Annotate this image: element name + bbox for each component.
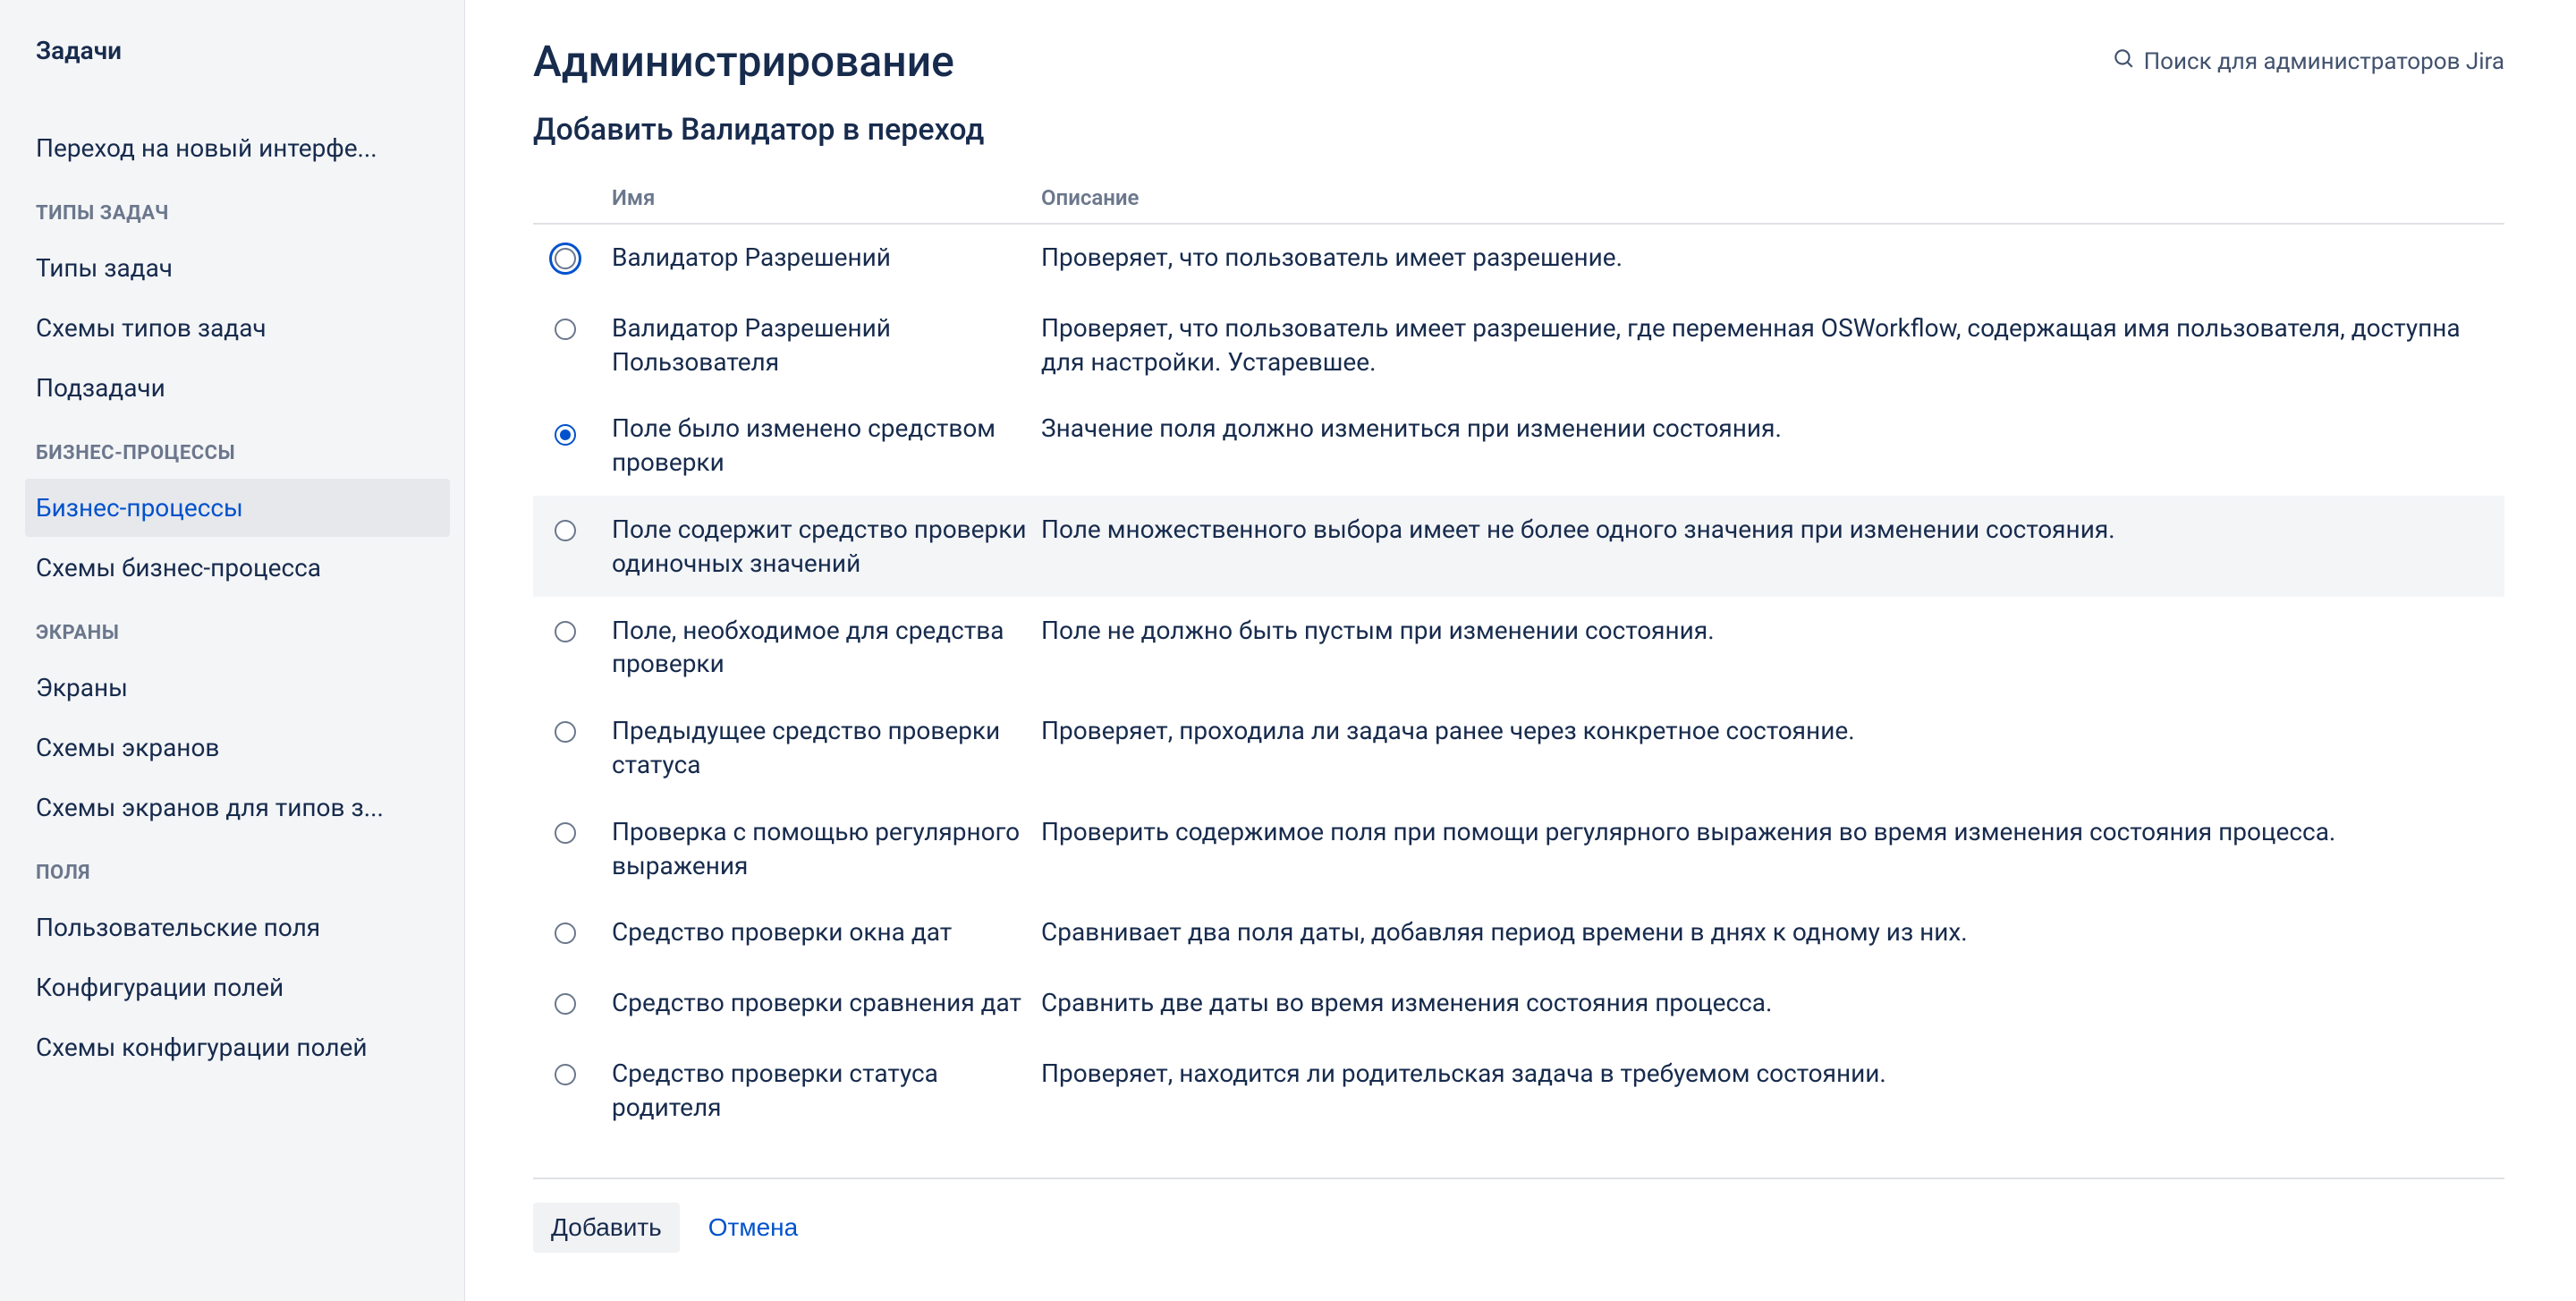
validator-radio[interactable] (555, 1064, 576, 1085)
validator-name: Валидатор Разрешений (605, 224, 1034, 294)
sidebar-top-link[interactable]: Переход на новый интерфе... (25, 119, 450, 177)
sidebar-section-label: ЭКРАНЫ (25, 599, 450, 659)
table-row[interactable]: Валидатор РазрешенийПроверяет, что польз… (533, 224, 2504, 294)
validator-name: Средство проверки окна дат (605, 899, 1034, 970)
sidebar-title: Задачи (25, 36, 450, 65)
search-icon (2112, 47, 2135, 76)
validator-radio[interactable] (555, 248, 576, 269)
header-row: Администрирование Поиск для администрато… (533, 36, 2504, 87)
validator-description: Проверяет, проходила ли задача ранее чер… (1034, 698, 2504, 799)
page-title: Администрирование (533, 36, 954, 87)
sidebar-item[interactable]: Схемы конфигурации полей (25, 1018, 450, 1076)
table-row[interactable]: Предыдущее средство проверки статусаПров… (533, 698, 2504, 799)
sidebar-section-label: БИЗНЕС-ПРОЦЕССЫ (25, 419, 450, 479)
validator-description: Поле множественного выбора имеет не боле… (1034, 496, 2504, 597)
table-row[interactable]: Поле было изменено средством проверкиЗна… (533, 395, 2504, 497)
admin-search-label: Поиск для администраторов Jira (2144, 48, 2504, 75)
validator-radio[interactable] (555, 923, 576, 944)
validator-description: Сравнивает два поля даты, добавляя перио… (1034, 899, 2504, 970)
validator-radio[interactable] (555, 621, 576, 642)
sidebar-item[interactable]: Схемы экранов для типов з... (25, 778, 450, 837)
validators-table: Имя Описание Валидатор РазрешенийПроверя… (533, 176, 2504, 1142)
validator-radio[interactable] (555, 520, 576, 541)
validator-name: Предыдущее средство проверки статуса (605, 698, 1034, 799)
sidebar-item[interactable]: Схемы экранов (25, 719, 450, 777)
validator-name: Поле было изменено средством проверки (605, 395, 1034, 497)
add-button[interactable]: Добавить (533, 1203, 680, 1253)
validator-description: Проверить содержимое поля при помощи рег… (1034, 798, 2504, 899)
table-row[interactable]: Валидатор Разрешений ПользователяПроверя… (533, 294, 2504, 395)
validator-description: Проверяет, что пользователь имеет разреш… (1034, 294, 2504, 395)
table-row[interactable]: Средство проверки статуса родителяПровер… (533, 1040, 2504, 1141)
admin-search[interactable]: Поиск для администраторов Jira (2112, 47, 2504, 76)
validator-description: Проверяет, находится ли родительская зад… (1034, 1040, 2504, 1141)
button-row: Добавить Отмена (533, 1178, 2504, 1253)
table-row[interactable]: Проверка с помощью регулярного выражения… (533, 798, 2504, 899)
table-row[interactable]: Средство проверки окна датСравнивает два… (533, 899, 2504, 970)
validator-radio[interactable] (555, 822, 576, 844)
validator-radio[interactable] (555, 424, 576, 446)
table-row[interactable]: Поле содержит средство проверки одиночны… (533, 496, 2504, 597)
sidebar-section-label: ТИПЫ ЗАДАЧ (25, 179, 450, 239)
table-row[interactable]: Поле, необходимое для средства проверкиП… (533, 597, 2504, 698)
sidebar-item[interactable]: Подзадачи (25, 359, 450, 417)
validator-name: Средство проверки сравнения дат (605, 970, 1034, 1041)
sidebar-item[interactable]: Схемы бизнес-процесса (25, 539, 450, 597)
validator-radio[interactable] (555, 993, 576, 1015)
validator-description: Проверяет, что пользователь имеет разреш… (1034, 224, 2504, 294)
sidebar-item[interactable]: Типы задач (25, 239, 450, 297)
sidebar-item[interactable]: Бизнес-процессы (25, 479, 450, 537)
validator-name: Средство проверки статуса родителя (605, 1040, 1034, 1141)
validator-description: Значение поля должно измениться при изме… (1034, 395, 2504, 497)
validator-description: Сравнить две даты во время изменения сос… (1034, 970, 2504, 1041)
validator-name: Проверка с помощью регулярного выражения (605, 798, 1034, 899)
validator-description: Поле не должно быть пустым при изменении… (1034, 597, 2504, 698)
sidebar-item[interactable]: Конфигурации полей (25, 958, 450, 1016)
sidebar: Задачи Переход на новый интерфе... ТИПЫ … (0, 0, 465, 1301)
validator-radio[interactable] (555, 319, 576, 340)
sidebar-item[interactable]: Пользовательские поля (25, 898, 450, 957)
sidebar-item[interactable]: Экраны (25, 659, 450, 717)
validator-radio[interactable] (555, 721, 576, 743)
table-row[interactable]: Средство проверки сравнения датСравнить … (533, 970, 2504, 1041)
cancel-button[interactable]: Отмена (705, 1203, 801, 1253)
validator-name: Поле содержит средство проверки одиночны… (605, 496, 1034, 597)
subheading: Добавить Валидатор в переход (533, 112, 2504, 148)
column-description: Описание (1034, 176, 2504, 224)
sidebar-section-label: ПОЛЯ (25, 838, 450, 898)
validator-name: Поле, необходимое для средства проверки (605, 597, 1034, 698)
sidebar-item[interactable]: Схемы типов задач (25, 299, 450, 357)
validator-name: Валидатор Разрешений Пользователя (605, 294, 1034, 395)
main-content: Администрирование Поиск для администрато… (465, 0, 2576, 1301)
column-name: Имя (605, 176, 1034, 224)
